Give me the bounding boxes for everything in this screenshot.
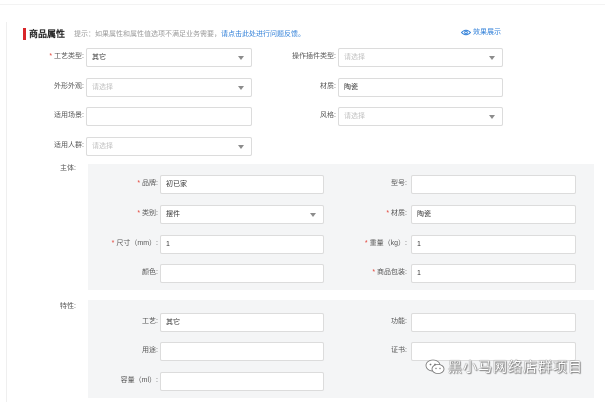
required-mark: * (111, 240, 115, 247)
chevron-down-icon (238, 145, 244, 149)
color-label: 颜色: (142, 269, 158, 276)
watermark-text: 黑小马网络店群项目 (448, 359, 583, 375)
size-value: 1 (166, 241, 170, 248)
scene-label: 适用场景: (54, 112, 84, 119)
brand-input[interactable]: 初已家 (160, 175, 324, 194)
body-material-label: * 材质: (386, 210, 407, 217)
appearance-select[interactable]: 请选择 (86, 78, 252, 97)
chevron-down-icon (238, 86, 244, 90)
color-input[interactable] (160, 264, 324, 283)
feature-craft-value: 其它 (166, 319, 180, 326)
chevron-down-icon (310, 213, 316, 217)
required-mark: * (364, 240, 368, 247)
features-label: 特性: (60, 303, 76, 310)
section-accent-bar (23, 28, 26, 40)
category-value: 摆件 (166, 211, 180, 218)
hint-text: 提示：如果属性和属性值选项不满足业务需要， (74, 31, 221, 38)
chevron-down-icon (489, 115, 495, 119)
audience-select[interactable]: 请选择 (86, 137, 252, 156)
brand-value: 初已家 (166, 181, 187, 188)
eye-icon (461, 29, 471, 36)
required-mark: * (49, 53, 53, 60)
certificate-label: 证书: (391, 347, 407, 354)
left-divider (6, 22, 7, 402)
operation-type-label: 操作插件类型: (292, 53, 336, 60)
usage-label: 用途: (142, 347, 158, 354)
category-label: * 类别: (137, 210, 158, 217)
capacity-label: 容量（ml）: (120, 377, 158, 384)
chevron-down-icon (238, 56, 244, 60)
package-label: * 商品包装: (372, 269, 407, 276)
wechat-icon (425, 359, 445, 374)
appearance-placeholder: 请选择 (92, 84, 113, 91)
brand-label: * 品牌: (137, 180, 158, 187)
top-divider (0, 4, 605, 5)
model-label: 型号: (391, 180, 407, 187)
weight-value: 1 (417, 241, 421, 248)
effect-preview-label: 效果展示 (473, 29, 501, 36)
audience-label: 适用人群: (54, 142, 84, 149)
section-hint: 提示：如果属性和属性值选项不满足业务需要，请点击此处进行问题反馈。 (74, 29, 305, 40)
required-mark: * (386, 210, 390, 217)
material-label: 材质: (320, 83, 336, 90)
scene-input[interactable] (86, 107, 252, 126)
material-value: 陶瓷 (344, 84, 358, 91)
category-select[interactable]: 摆件 (160, 205, 324, 224)
package-input[interactable]: 1 (411, 264, 576, 283)
feature-craft-input[interactable]: 其它 (160, 313, 324, 332)
style-placeholder: 请选择 (344, 113, 365, 120)
feedback-link[interactable]: 请点击此处进行问题反馈。 (221, 31, 305, 38)
audience-placeholder: 请选择 (92, 143, 113, 150)
operation-type-placeholder: 请选择 (344, 54, 365, 61)
watermark: 黑小马网络店群项目 (425, 357, 583, 377)
size-input[interactable]: 1 (160, 235, 324, 254)
main-body-label: 主体: (60, 165, 76, 172)
weight-label: * 重量（kg）: (364, 240, 407, 247)
chevron-down-icon (489, 56, 495, 60)
product-attributes-page: 商品属性 提示：如果属性和属性值选项不满足业务需要，请点击此处进行问题反馈。 效… (0, 0, 605, 412)
effect-preview-link[interactable]: 效果展示 (461, 27, 501, 38)
operation-type-select[interactable]: 请选择 (338, 48, 503, 67)
required-mark: * (137, 180, 141, 187)
section-title: 商品属性 (29, 29, 66, 39)
style-select[interactable]: 请选择 (338, 107, 503, 126)
weight-input[interactable]: 1 (411, 235, 576, 254)
usage-input[interactable] (160, 342, 324, 361)
material-input[interactable]: 陶瓷 (338, 78, 503, 97)
craft-type-label: * 工艺类型: (49, 53, 84, 60)
feature-craft-label: 工艺: (142, 318, 158, 325)
function-label: 功能: (391, 318, 407, 325)
style-label: 风格: (320, 112, 336, 119)
function-input[interactable] (411, 313, 576, 332)
capacity-input[interactable] (160, 372, 324, 391)
model-input[interactable] (411, 175, 576, 194)
craft-type-select[interactable]: 其它 (86, 48, 252, 67)
appearance-label: 外形外观: (54, 83, 84, 90)
craft-type-value: 其它 (92, 54, 106, 61)
required-mark: * (372, 269, 376, 276)
size-label: * 尺寸（mm）: (111, 240, 158, 247)
body-material-value: 陶瓷 (417, 211, 431, 218)
package-value: 1 (417, 270, 421, 277)
body-material-input[interactable]: 陶瓷 (411, 205, 576, 224)
required-mark: * (137, 210, 141, 217)
